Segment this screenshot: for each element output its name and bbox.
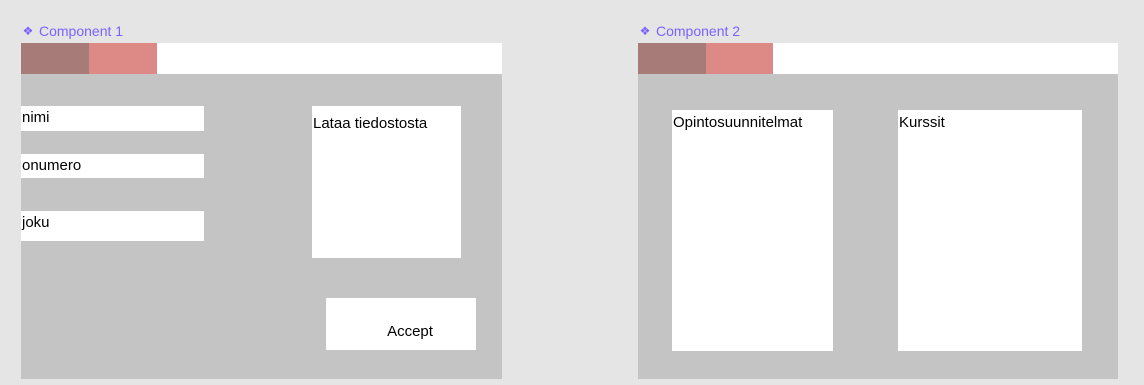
component-icon: ❖: [639, 24, 651, 38]
nimi-field[interactable]: nimi: [21, 106, 204, 131]
joku-field[interactable]: joku: [21, 211, 204, 241]
nimi-field-label: nimi: [22, 109, 50, 126]
component-1-title: Component 1: [39, 23, 124, 39]
component-1-tab-second[interactable]: [89, 43, 157, 74]
upload-from-file-area[interactable]: Lataa tiedostosta: [312, 106, 461, 258]
component-2-label[interactable]: ❖ Component 2: [638, 23, 740, 39]
joku-field-label: joku: [22, 214, 50, 231]
onumero-field-label: onumero: [22, 157, 82, 174]
accept-button-label: Accept: [387, 323, 433, 340]
courses-label: Kurssit: [899, 114, 945, 131]
accept-button[interactable]: Accept: [326, 298, 476, 350]
study-plans-panel[interactable]: Opintosuunnitelmat: [672, 110, 833, 351]
component-icon: ❖: [22, 24, 34, 38]
component-2-tab-first[interactable]: [638, 43, 706, 74]
study-plans-label: Opintosuunnitelmat: [673, 114, 803, 131]
component-2-tab-second[interactable]: [706, 43, 773, 74]
courses-panel[interactable]: Kurssit: [898, 110, 1082, 351]
upload-from-file-label: Lataa tiedostosta: [313, 115, 428, 132]
component-1-frame[interactable]: nimi onumero joku Lataa tiedostosta Acce…: [21, 43, 502, 379]
component-1-tab-first[interactable]: [21, 43, 89, 74]
component-2-frame[interactable]: Opintosuunnitelmat Kurssit: [638, 43, 1118, 379]
component-2-title: Component 2: [656, 23, 741, 39]
onumero-field[interactable]: onumero: [21, 154, 204, 178]
component-1-label[interactable]: ❖ Component 1: [21, 23, 123, 39]
